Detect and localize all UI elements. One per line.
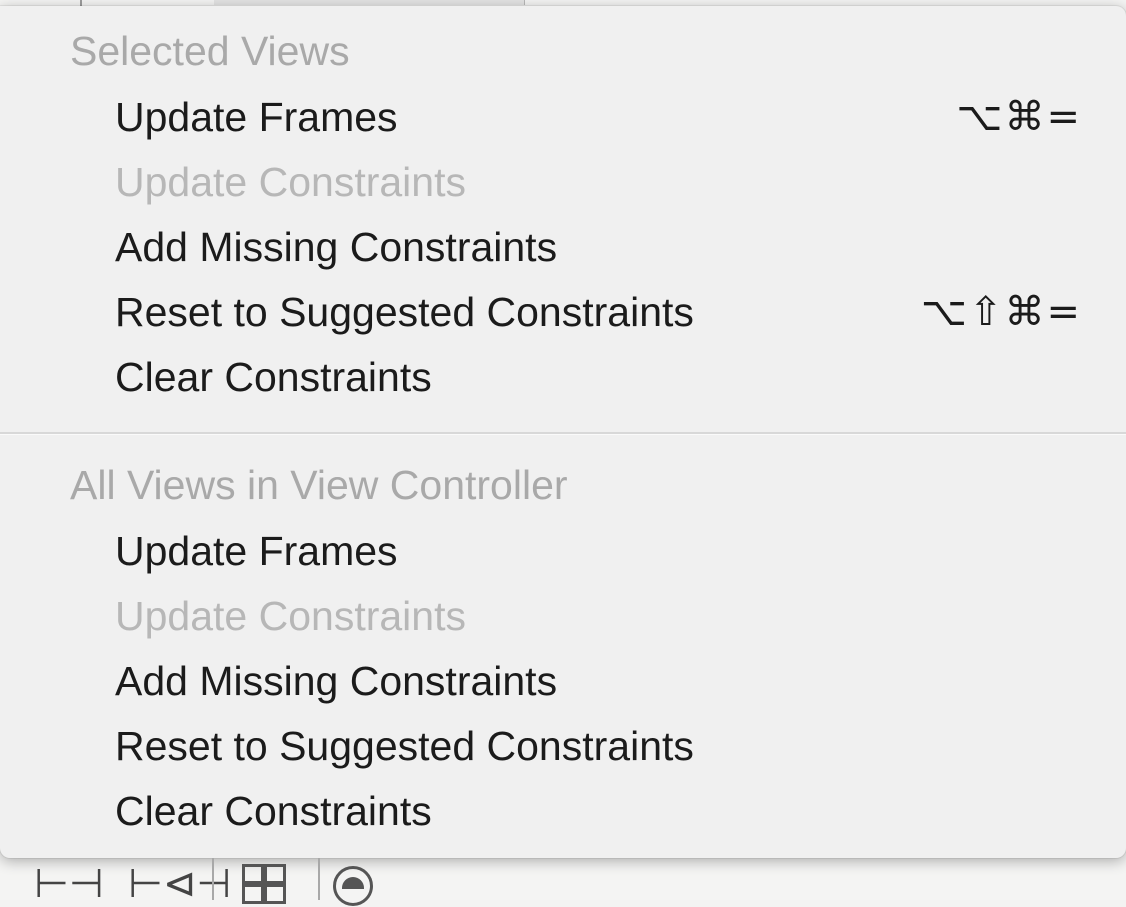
menu-item-label: Update Constraints [115, 593, 466, 639]
section-header-selected-views: Selected Views [70, 28, 350, 74]
menu-separator [0, 432, 1126, 435]
menu-item-clear-constraints-all[interactable]: Clear Constraints [115, 791, 1082, 847]
menu-item-update-frames-all[interactable]: Update Frames [115, 531, 1082, 587]
keyboard-shortcut: ⌥⇧⌘= [920, 289, 1082, 335]
grid-cell [242, 884, 264, 904]
toolbar-divider [212, 858, 214, 900]
toolbar-segment [214, 0, 525, 5]
grid-cell [264, 884, 286, 904]
menu-item-label: Clear Constraints [115, 354, 432, 400]
menu-item-label: Update Constraints [115, 159, 466, 205]
menu-item-label: Update Frames [115, 94, 398, 140]
menu-item-update-constraints: Update Constraints [115, 162, 1082, 218]
resolve-auto-layout-menu: Selected Views Update Frames ⌥⌘= Update … [0, 6, 1126, 858]
grid-icon[interactable] [242, 864, 288, 904]
menu-item-label: Update Frames [115, 528, 398, 574]
menu-item-add-missing-constraints[interactable]: Add Missing Constraints [115, 227, 1082, 283]
menu-item-label: Add Missing Constraints [115, 224, 558, 270]
layout-toolbar: ⊢⊣ ⊢⊲⊣ [0, 858, 1126, 906]
keyboard-shortcut: ⌥⌘= [956, 94, 1082, 140]
menu-item-update-frames[interactable]: Update Frames ⌥⌘= [115, 97, 1082, 153]
menu-item-add-missing-constraints-all[interactable]: Add Missing Constraints [115, 661, 1082, 717]
resolve-icon[interactable] [333, 866, 373, 906]
menu-item-reset-to-suggested-constraints-all[interactable]: Reset to Suggested Constraints [115, 726, 1082, 782]
menu-item-update-constraints-all: Update Constraints [115, 596, 1082, 652]
grid-cell [264, 864, 286, 884]
menu-item-clear-constraints[interactable]: Clear Constraints [115, 357, 1082, 413]
menu-item-label: Add Missing Constraints [115, 658, 558, 704]
toolbar-divider [318, 858, 320, 900]
menu-item-label: Reset to Suggested Constraints [115, 723, 694, 769]
menu-item-label: Reset to Suggested Constraints [115, 289, 694, 335]
grid-cell [242, 864, 264, 884]
menu-item-reset-to-suggested-constraints[interactable]: Reset to Suggested Constraints ⌥⇧⌘= [115, 292, 1082, 348]
menu-item-label: Clear Constraints [115, 788, 432, 834]
pin-icon[interactable]: ⊢⊲⊣ [128, 864, 231, 904]
align-icon[interactable]: ⊢⊣ [34, 864, 104, 904]
section-header-all-views: All Views in View Controller [70, 462, 568, 508]
